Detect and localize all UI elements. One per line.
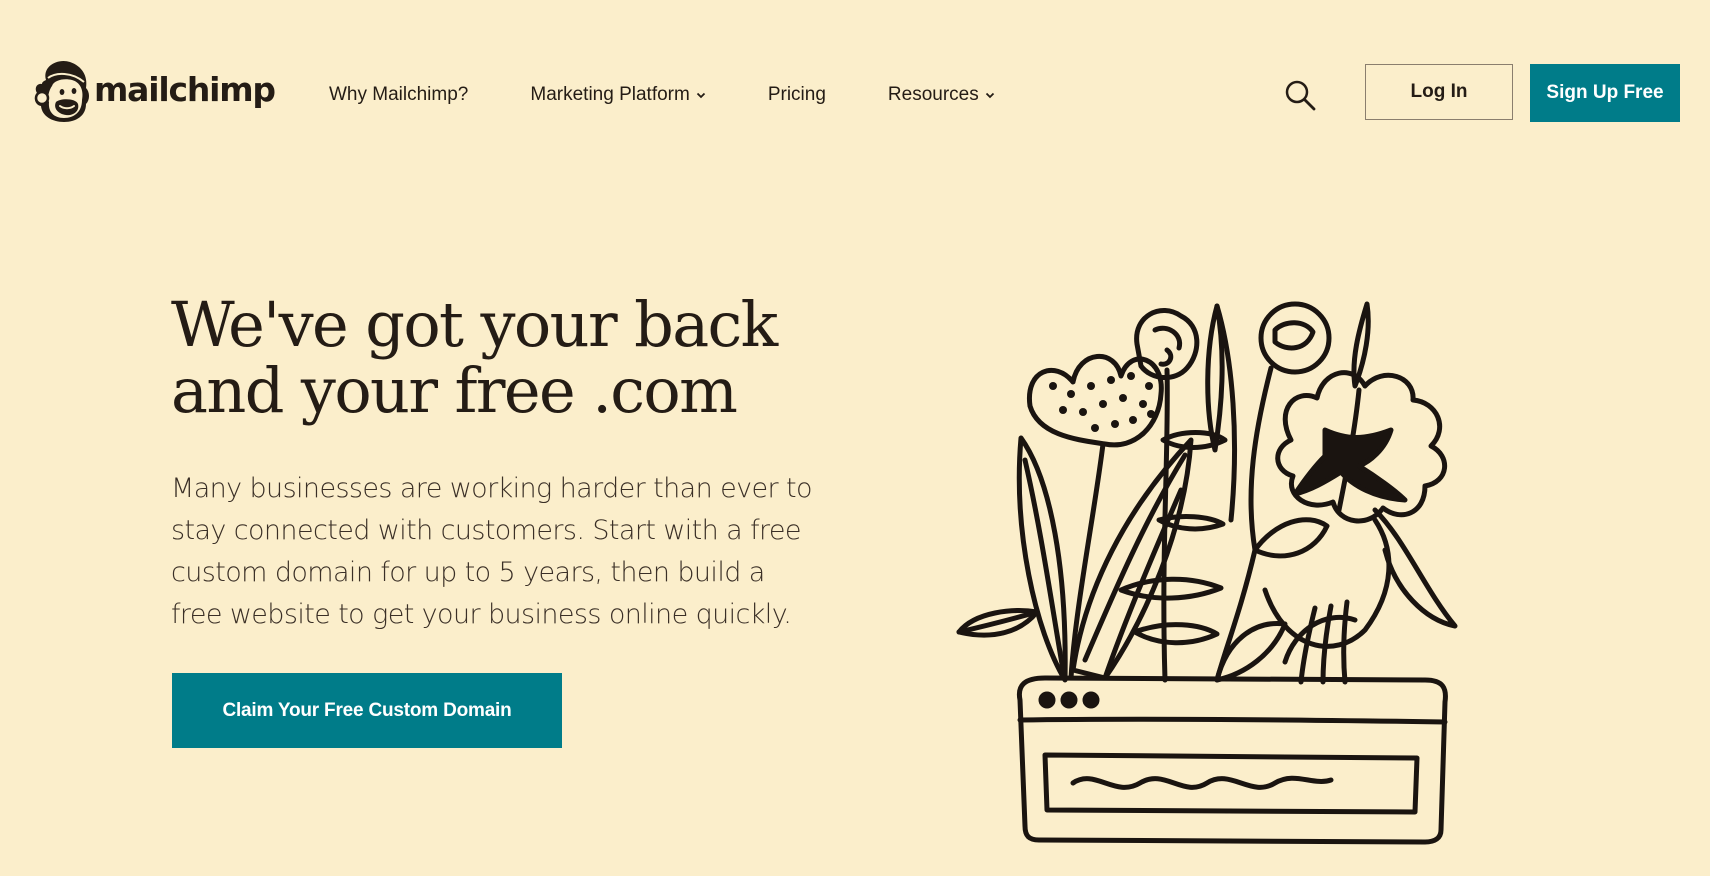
nav-item-label: Marketing Platform bbox=[530, 84, 690, 105]
chevron-down-icon bbox=[696, 92, 705, 98]
chevron-down-icon bbox=[985, 92, 994, 98]
hero-title-line: and your free .com bbox=[171, 354, 738, 427]
nav-item-pricing[interactable]: Pricing bbox=[768, 84, 826, 106]
search-button[interactable] bbox=[1283, 78, 1317, 112]
main-nav: Why Mailchimp? Marketing Platform Pricin… bbox=[329, 80, 995, 110]
nav-item-why-mailchimp[interactable]: Why Mailchimp? bbox=[329, 84, 468, 106]
claim-domain-button[interactable]: Claim Your Free Custom Domain bbox=[172, 673, 562, 748]
hero-description-line: Many businesses are working harder than … bbox=[171, 473, 812, 504]
hero-description-line: stay connected with customers. Start wit… bbox=[171, 515, 802, 546]
login-button[interactable]: Log In bbox=[1365, 64, 1513, 120]
mailchimp-logo[interactable]: mailchimp bbox=[32, 58, 276, 124]
hero-title: We've got your back and your free .com bbox=[171, 292, 871, 424]
search-icon bbox=[1285, 80, 1316, 111]
nav-item-marketing-platform[interactable]: Marketing Platform bbox=[530, 84, 705, 106]
hero-title-line: We've got your back bbox=[171, 288, 778, 361]
nav-item-label: Pricing bbox=[767, 84, 826, 105]
hero-description-line: free website to get your business online… bbox=[171, 599, 792, 630]
hero-description: Many businesses are working harder than … bbox=[171, 468, 851, 636]
flower-pot-illustration bbox=[956, 301, 1458, 845]
nav-item-resources[interactable]: Resources bbox=[888, 84, 995, 106]
nav-item-label: Why Mailchimp? bbox=[329, 84, 469, 105]
signup-button[interactable]: Sign Up Free bbox=[1530, 64, 1680, 122]
freddie-logo-icon bbox=[34, 60, 89, 122]
nav-item-label: Resources bbox=[887, 84, 979, 105]
site-header: mailchimp Why Mailchimp? Marketing Platf… bbox=[0, 0, 1710, 190]
hero-description-line: custom domain for up to 5 years, then bu… bbox=[171, 557, 765, 588]
logo-wordmark: mailchimp bbox=[94, 69, 276, 109]
